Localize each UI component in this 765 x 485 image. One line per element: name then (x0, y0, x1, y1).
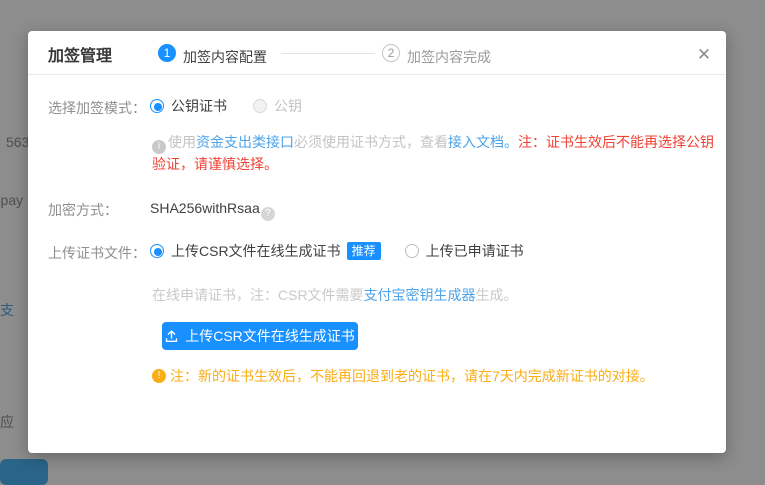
radio-public-key: 公钥 (253, 96, 302, 116)
radio-selected-icon (150, 99, 164, 113)
note-period: 。 (504, 134, 518, 150)
upload-cert-label: 上传证书文件： (48, 243, 146, 263)
close-icon[interactable]: ✕ (692, 43, 716, 67)
upload-icon (165, 330, 178, 343)
sign-mode-radio-group: 公钥证书 公钥 (150, 96, 302, 116)
hint-prefix: 在线申请证书，注：CSR文件需要 (152, 287, 364, 303)
background-bottom-button (0, 459, 48, 485)
warning-icon: ! (152, 369, 166, 383)
funds-api-link[interactable]: 资金支出类接口 (196, 134, 294, 150)
radio-upload-existing-label: 上传已申请证书 (426, 241, 524, 261)
background-appid-fragment: 563 (6, 134, 29, 150)
encrypt-method-value: SHA256withRsaa? (150, 200, 277, 221)
step-2-label: 加签内容完成 (407, 47, 491, 67)
recommended-badge: 推荐 (347, 242, 381, 260)
radio-selected-icon (150, 244, 164, 258)
warning-text: 注：新的证书生效后，不能再回退到老的证书，请在7天内完成新证书的对接。 (170, 366, 654, 386)
sign-mode-label: 选择加签模式： (48, 98, 146, 118)
encrypt-method-text: SHA256withRsaa (150, 200, 260, 216)
help-icon[interactable]: ? (261, 207, 275, 221)
sign-management-dialog: 加签管理 1 加签内容配置 2 加签内容完成 ✕ 选择加签模式： 公钥证书 公钥… (28, 31, 726, 453)
note-prefix: 使用 (168, 134, 196, 150)
radio-unselected-icon (405, 244, 419, 258)
dialog-title: 加签管理 (48, 42, 112, 66)
encrypt-method-label: 加密方式： (48, 200, 118, 220)
certificate-info-note: i使用资金支出类接口必须使用证书方式，查看接入文档。注：证书生效后不能再选择公钥… (152, 132, 718, 175)
step-2-indicator: 2 (382, 44, 400, 62)
radio-public-key-cert-label: 公钥证书 (171, 96, 227, 116)
key-generator-link[interactable]: 支付宝密钥生成器 (364, 287, 476, 303)
note-middle: 必须使用证书方式，查看 (294, 134, 448, 150)
radio-upload-csr-label: 上传CSR文件在线生成证书 (171, 241, 341, 261)
radio-upload-existing[interactable]: 上传已申请证书 (405, 241, 524, 261)
radio-upload-csr[interactable]: 上传CSR文件在线生成证书 推荐 (150, 241, 381, 261)
hint-suffix: 生成。 (476, 287, 518, 303)
step-2-number: 2 (388, 46, 395, 60)
dialog-header: 加签管理 1 加签内容配置 2 加签内容完成 ✕ (28, 31, 726, 75)
new-cert-warning: ! 注：新的证书生效后，不能再回退到老的证书，请在7天内完成新证书的对接。 (152, 366, 712, 386)
radio-public-key-cert[interactable]: 公钥证书 (150, 96, 227, 116)
upload-cert-radio-group: 上传CSR文件在线生成证书 推荐 上传已申请证书 (150, 241, 524, 261)
info-icon: i (152, 140, 166, 154)
radio-public-key-label: 公钥 (274, 96, 302, 116)
background-view-link-fragment: 查看支 (0, 300, 14, 320)
step-1-indicator: 1 (158, 44, 176, 62)
step-connector-line (281, 53, 375, 54)
access-doc-link[interactable]: 接入文档 (448, 134, 504, 150)
background-alipay-fragment: Alipay (0, 192, 23, 208)
csr-hint: 在线申请证书，注：CSR文件需要支付宝密钥生成器生成。 (152, 285, 518, 305)
step-1-number: 1 (164, 46, 171, 60)
radio-disabled-icon (253, 99, 267, 113)
upload-csr-button[interactable]: 上传CSR文件在线生成证书 (162, 322, 358, 350)
background-test-app-fragment: 测试应 (0, 412, 14, 432)
upload-csr-button-label: 上传CSR文件在线生成证书 (185, 326, 355, 346)
step-1-label: 加签内容配置 (183, 47, 267, 67)
